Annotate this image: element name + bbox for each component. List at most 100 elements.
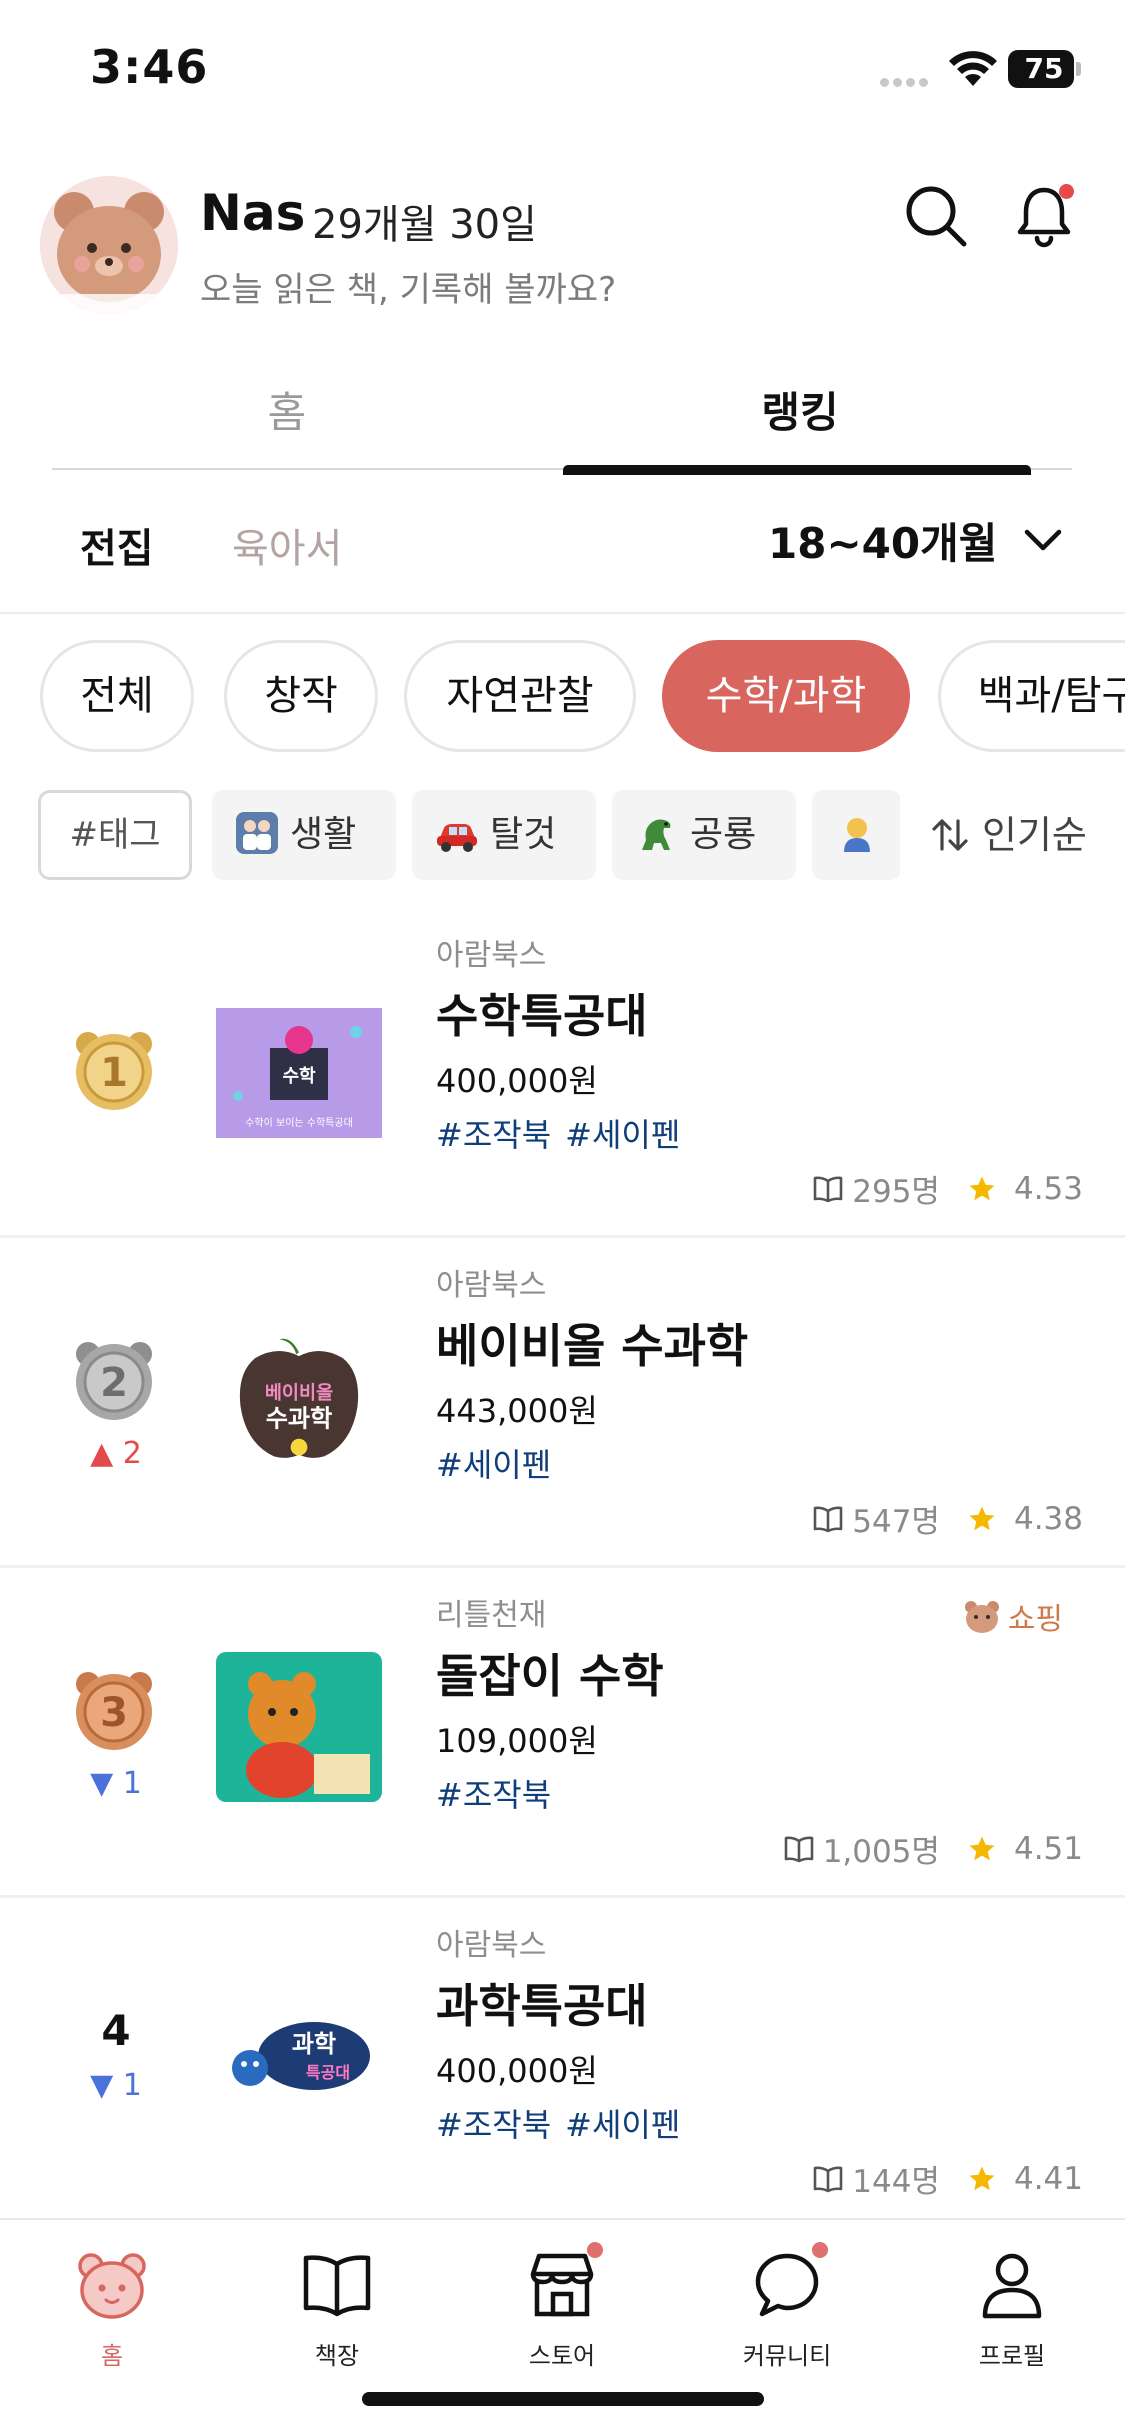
signal-dots-icon: [880, 72, 936, 87]
book-price: 400,000원: [436, 2052, 598, 2090]
star-icon: [969, 2166, 995, 2190]
category-math-science[interactable]: 수학/과학: [662, 640, 910, 752]
book-cover-dol-math[interactable]: [216, 1652, 382, 1802]
status-bar: 3:46 75: [0, 0, 1125, 140]
shopping-badge[interactable]: 쇼핑: [962, 1594, 1063, 1638]
ranking-row[interactable]: 2 ▲ 2 베이비올 수과학 아람북스 베이비올 수과학 443,000원 #세…: [0, 1240, 1125, 1568]
publisher: 리틀천재: [436, 1598, 547, 1633]
age-filter-value: 18~40개월: [768, 518, 998, 568]
hashtag[interactable]: #세이펜: [565, 1116, 680, 1154]
tab-home[interactable]: 홈: [32, 350, 542, 472]
rating: 4.53: [1013, 1170, 1083, 1207]
book-title: 수학특공대: [436, 989, 648, 1043]
book-stats: 295명 4.53: [812, 1166, 1083, 1211]
category-nature[interactable]: 자연관찰: [404, 640, 636, 752]
rank-change-down: ▼ 1: [90, 1766, 142, 1801]
hashtag[interactable]: #조작북: [436, 1116, 551, 1154]
book-price: 109,000원: [436, 1722, 598, 1760]
record-prompt[interactable]: 오늘 읽은 책, 기록해 볼까요?: [200, 262, 616, 311]
book-stats: 547명 4.38: [812, 1496, 1083, 1541]
svg-text:수학: 수학: [282, 1065, 316, 1087]
tab-active-indicator: [563, 465, 1031, 475]
nav-label: 홈: [100, 2342, 124, 2370]
dinosaur-icon: [642, 819, 671, 850]
publisher: 아람북스: [436, 1268, 547, 1303]
svg-text:2: 2: [100, 1360, 128, 1406]
tab-ranking[interactable]: 랭킹: [545, 350, 1055, 472]
sort-label: 인기순: [982, 813, 1087, 857]
book-title: 과학특공대: [436, 1979, 648, 2033]
notification-dot: [812, 2242, 828, 2258]
ranking-row[interactable]: 4 ▼ 1 과학 특공대 아람북스 과학특공대 400,000원 #조작북 #세이…: [0, 1900, 1125, 2228]
category-chips: 전체 창작 자연관찰 수학/과학 백과/탐구: [0, 640, 1125, 756]
sort-button[interactable]: 인기순: [900, 790, 1125, 880]
car-icon: [437, 824, 477, 852]
cover-caption: 수학이 보이는 수학특공대: [245, 1117, 353, 1129]
battery-icon: 75: [1008, 50, 1081, 88]
bear-home-icon: [78, 2253, 146, 2319]
wifi-icon: [949, 51, 997, 86]
nav-label: 스토어: [528, 2342, 596, 2370]
book-hashtags: #조작북 #세이펜: [436, 2100, 694, 2146]
category-creative[interactable]: 창작: [224, 640, 378, 752]
reader-count: 547명: [852, 1504, 940, 1540]
child-name: Nas: [200, 184, 306, 242]
book-cover-science-force[interactable]: 과학 특공대: [216, 1992, 382, 2122]
avatar[interactable]: [40, 176, 178, 314]
gold-medal-icon: 1: [76, 1032, 152, 1110]
book-cover-baby-all[interactable]: 베이비올 수과학: [216, 1332, 382, 1462]
category-encyclopedia[interactable]: 백과/탐구: [938, 640, 1125, 752]
nav-profile[interactable]: 프로필: [922, 2248, 1102, 2371]
shopping-badge-label: 쇼핑: [1007, 1602, 1063, 1637]
nav-label: 프로필: [978, 2342, 1046, 2370]
ranking-row[interactable]: 1 수학 수학이 보이는 수학특공대 아람북스 수학특공대 400,000원 #…: [0, 910, 1125, 1238]
subtab-full-set[interactable]: 전집: [80, 516, 154, 574]
tag-child[interactable]: [812, 790, 902, 880]
svg-text:베이비올: 베이비올: [265, 1383, 333, 1404]
nav-store[interactable]: 스토어: [472, 2242, 652, 2371]
star-icon: [969, 1176, 995, 1200]
rating: 4.51: [1013, 1830, 1083, 1867]
ranking-row[interactable]: 3 ▼ 1 쇼핑 리틀천재 돌잡이 수학 109,000원 #조작북 1,005…: [0, 1570, 1125, 1898]
book-hashtags: #조작북 #세이펜: [436, 1110, 694, 1156]
main-tabs: 홈 랭킹: [0, 350, 1125, 476]
hashtag[interactable]: #세이펜: [436, 1446, 551, 1484]
publisher: 아람북스: [436, 938, 547, 973]
open-book-icon: [813, 1176, 843, 1202]
age-filter-dropdown[interactable]: 18~40개월: [768, 510, 1063, 570]
open-book-icon: [813, 2166, 843, 2192]
nav-community[interactable]: 커뮤니티: [697, 2242, 877, 2371]
tag-label: 탈것: [490, 814, 557, 855]
category-all[interactable]: 전체: [40, 640, 194, 752]
bear-shop-icon: [964, 1601, 999, 1633]
svg-text:과학: 과학: [292, 2030, 336, 2058]
tag-life[interactable]: 생활: [212, 790, 396, 880]
family-icon: [236, 812, 278, 854]
tag-label: 공룡: [690, 814, 757, 855]
book-stats: 1,005명 4.51: [783, 1826, 1083, 1871]
search-icon[interactable]: [900, 180, 972, 252]
hashtag[interactable]: #조작북: [436, 1776, 551, 1814]
tag-dinosaur[interactable]: 공룡: [612, 790, 796, 880]
bell-button[interactable]: [1008, 180, 1080, 252]
reader-count: 144명: [852, 2164, 940, 2200]
notification-dot: [1059, 184, 1074, 199]
subtab-parenting[interactable]: 육아서: [232, 516, 342, 574]
tag-search-input[interactable]: #태그: [38, 790, 192, 880]
nav-bookshelf[interactable]: 책장: [247, 2248, 427, 2371]
hashtag[interactable]: #조작북: [436, 2106, 551, 2144]
book-price: 400,000원: [436, 1062, 598, 1100]
battery-level: 75: [1024, 52, 1064, 85]
hashtag[interactable]: #세이펜: [565, 2106, 680, 2144]
sort-arrows-icon: [932, 818, 968, 851]
star-icon: [969, 1506, 995, 1530]
reader-count: 295명: [852, 1174, 940, 1210]
tag-vehicle[interactable]: 탈것: [412, 790, 596, 880]
book-cover-math-force[interactable]: 수학 수학이 보이는 수학특공대: [216, 1008, 382, 1138]
rank-change-value: 2: [122, 1436, 142, 1471]
book-stats: 144명 4.41: [812, 2156, 1083, 2201]
nav-home[interactable]: 홈: [22, 2248, 202, 2371]
book-hashtags: #조작북: [436, 1770, 565, 1816]
rank-change-value: 1: [122, 2068, 142, 2103]
star-icon: [969, 1836, 995, 1860]
